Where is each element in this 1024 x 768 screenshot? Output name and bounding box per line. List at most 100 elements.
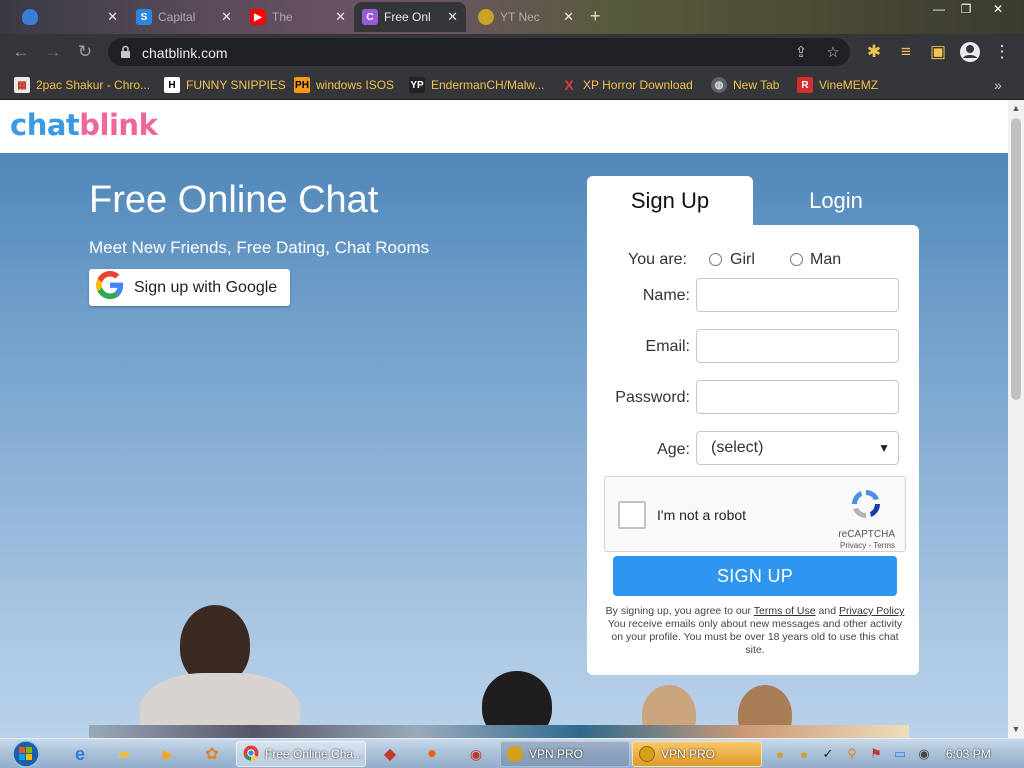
network-icon[interactable]: ▭ [892,742,908,766]
chatblink-logo[interactable]: chatblink [10,108,158,142]
app-icon[interactable]: ✿ [200,742,224,766]
google-signup-button[interactable]: Sign up with Google [89,269,290,306]
recaptcha-label: I'm not a robot [657,507,747,523]
new-tab-button[interactable]: + [590,7,601,25]
chevron-down-icon: ▼ [878,441,890,455]
bookmark-item[interactable]: PH windows ISOS [294,75,394,95]
ph-icon: PH [294,77,310,93]
extensions-icon[interactable]: ✱ [862,40,886,64]
email-label: Email: [645,338,690,355]
firefox-icon[interactable]: ● [420,742,444,766]
recaptcha-checkbox[interactable] [618,501,646,529]
tray-icon[interactable]: ✓ [820,742,836,766]
tab-title: Free Onl [384,10,431,24]
video-app-icon[interactable]: ◉ [464,742,488,766]
vpn-icon [639,746,655,762]
browser-tab-active[interactable]: C Free Onl ✕ [354,2,466,32]
minimize-icon[interactable]: — [924,0,954,18]
close-tab-icon[interactable]: ✕ [107,9,118,25]
volume-icon[interactable]: ◉ [916,742,932,766]
recaptcha-brand: reCAPTCHA [838,529,895,540]
bookmark-item[interactable]: ◍ New Tab [711,75,779,95]
bookmark-item[interactable]: R VineMEMZ [797,75,878,95]
share-icon[interactable]: ⇪ [792,43,810,61]
bookmark-item[interactable]: YP EndermanCH/Malw... [409,75,544,95]
hero-section: Free Online Chat Meet New Friends, Free … [0,153,1008,738]
vertical-scrollbar[interactable]: ▲ ▼ [1008,100,1024,738]
tab-signup[interactable]: Sign Up [587,176,753,226]
media-player-icon[interactable]: ▶ [156,742,180,766]
terms-post: You receive emails only about new messag… [607,618,903,656]
h-icon: H [164,77,180,93]
close-tab-icon[interactable]: ✕ [563,9,574,25]
bookmark-label: New Tab [733,78,780,92]
scrollbar-thumb[interactable] [1011,118,1021,400]
radio-girl[interactable] [709,253,722,266]
bookmark-label: EndermanCH/Malw... [431,78,545,92]
clock[interactable]: 6:03 PM [946,747,991,761]
scroll-down-icon[interactable]: ▼ [1011,724,1021,734]
radio-man-label[interactable]: Man [810,251,841,269]
flag-icon[interactable]: ⚑ [868,742,884,766]
bookmark-label: windows ISOS [316,78,395,92]
google-icon [96,271,124,304]
close-tab-icon[interactable]: ✕ [335,9,346,25]
restore-icon[interactable]: ❐ [954,0,978,18]
browser-tab-5[interactable]: YT Nec ✕ [470,2,582,32]
profile-avatar-icon[interactable] [958,40,982,64]
taskbar-chrome-task[interactable]: Free Online Cha... [236,741,366,767]
password-field[interactable] [696,380,899,414]
forward-icon[interactable]: → [41,40,65,64]
bookmark-item[interactable]: H FUNNY SNIPPIES [164,75,286,95]
tray-icon[interactable]: ● [772,742,788,766]
email-field[interactable] [696,329,899,363]
lock-icon [120,45,131,64]
internet-explorer-icon[interactable]: e [68,742,92,766]
browser-tab-3[interactable]: ▶ The ✕ [242,2,354,32]
tab-title: Capital [158,10,196,24]
bookmark-label: FUNNY SNIPPIES [186,78,286,92]
tab-strip: ✕ S Capital ✕ ▶ The ✕ C Free Onl ✕ YT Ne… [0,0,1024,34]
tray-icon[interactable]: ● [796,742,812,766]
name-field[interactable] [696,278,899,312]
bookmark-item[interactable]: ▦ 2pac Shakur - Chro... [14,75,150,95]
terms-text: By signing up, you agree to our Terms of… [605,605,905,657]
tab-title: The [272,10,293,24]
file-explorer-icon[interactable]: ▰ [112,742,136,766]
bookmark-star-icon[interactable]: ☆ [824,43,842,61]
close-tab-icon[interactable]: ✕ [221,9,232,25]
taskbar-vpn-task[interactable]: VPN PRO [500,741,630,767]
shield-app-icon[interactable]: ◆ [378,742,402,766]
age-select[interactable]: (select) ▼ [696,431,899,465]
address-bar[interactable]: chatblink.com ⇪ ☆ [108,38,850,66]
recaptcha-links[interactable]: Privacy - Terms [840,541,895,550]
reload-icon[interactable]: ↻ [73,40,97,64]
radio-man[interactable] [790,253,803,266]
more-bookmarks-icon[interactable]: » [994,75,1002,95]
tray-icon[interactable]: ⚲ [844,742,860,766]
hero-subtitle: Meet New Friends, Free Dating, Chat Room… [89,238,430,257]
taskbar-vpn-task-highlighted[interactable]: VPN PRO [632,741,762,767]
banner-strip [89,725,909,738]
scroll-up-icon[interactable]: ▲ [1011,103,1021,113]
x-icon: X [564,77,574,93]
coin-icon [478,9,494,25]
radio-girl-label[interactable]: Girl [730,251,755,269]
side-panel-icon[interactable]: ▣ [926,40,950,64]
back-icon[interactable]: ← [9,40,33,64]
tab-login[interactable]: Login [753,176,919,226]
browser-toolbar: ← → ↻ chatblink.com ⇪ ☆ ✱ ≡ ▣ ⋮ [0,34,1024,70]
bookmark-label: 2pac Shakur - Chro... [36,78,151,92]
signup-button[interactable]: SIGN UP [613,556,897,596]
menu-kebab-icon[interactable]: ⋮ [990,40,1014,64]
browser-tab-2[interactable]: S Capital ✕ [128,2,240,32]
start-button[interactable] [8,739,44,768]
browser-tab-1[interactable]: ✕ [14,2,126,32]
reading-list-icon[interactable]: ≡ [894,40,918,64]
close-tab-icon[interactable]: ✕ [447,9,458,25]
bookmark-item[interactable]: X XP Horror Download [561,75,693,95]
privacy-policy-link[interactable]: Privacy Policy [839,605,904,617]
window-close-icon[interactable]: ✕ [984,0,1012,18]
age-label: Age: [657,441,690,458]
terms-of-use-link[interactable]: Terms of Use [754,605,816,617]
